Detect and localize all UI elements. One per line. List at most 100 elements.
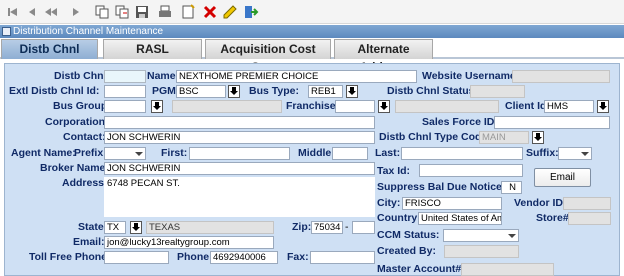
suppress-bal-due-notice-field[interactable]: N — [501, 181, 522, 194]
pgm-field[interactable]: BSC — [176, 85, 226, 98]
sales-force-id-field[interactable] — [494, 116, 610, 129]
previous-record-icon[interactable] — [24, 4, 40, 20]
copy-icon[interactable] — [94, 4, 110, 20]
zip-extension-field[interactable] — [352, 221, 375, 234]
tab-bar: Distb Chnl RASL Acquisition Cost Setup A… — [0, 38, 624, 74]
suffix-label: Suffix: — [526, 147, 559, 159]
next-page-icon[interactable] — [68, 4, 84, 20]
suffix-select[interactable] — [558, 147, 592, 160]
country-field[interactable]: United States of Ame — [418, 212, 502, 225]
window-title: Distribution Channel Maintenance — [13, 26, 164, 37]
tab-distb-chnl[interactable]: Distb Chnl — [1, 39, 98, 59]
client-id-dropdown-button[interactable] — [597, 100, 609, 113]
city-field[interactable]: FRISCO — [402, 197, 502, 210]
state-field[interactable]: TX — [104, 221, 126, 234]
tab-acquisition-cost-setup[interactable]: Acquisition Cost Setup — [205, 39, 331, 74]
app-window: Distribution Channel Maintenance Distb C… — [0, 0, 624, 276]
email-button[interactable]: Email — [534, 168, 591, 187]
zip-label: Zip: — [292, 221, 312, 233]
extl-distb-chnl-id-label: Extl Distb Chnl Id: — [9, 85, 100, 97]
email-field[interactable]: jon@lucky13realtygroup.com — [104, 236, 274, 249]
edit-icon[interactable] — [222, 4, 238, 20]
distb-chnl-status-field[interactable] — [470, 85, 525, 98]
print-icon[interactable] — [157, 4, 173, 20]
store-number-label: Store# — [536, 212, 569, 224]
broker-name-field[interactable]: JON SCHWERIN — [104, 162, 375, 175]
arrow-down-icon — [380, 102, 388, 110]
address-label: Address: — [62, 177, 108, 189]
delete-icon[interactable] — [202, 4, 218, 20]
middle-name-field[interactable] — [332, 147, 368, 160]
pgm-dropdown-button[interactable] — [228, 85, 240, 98]
tab-rasl[interactable]: RASL — [103, 39, 202, 59]
bus-group-field[interactable] — [104, 100, 146, 113]
franchise-field[interactable] — [335, 100, 375, 113]
first-record-icon[interactable] — [5, 4, 21, 20]
zip-field[interactable]: 75034 — [311, 221, 343, 234]
franchise-label: Franchise: — [286, 100, 340, 112]
middle-name-label: Middle: — [298, 147, 335, 159]
address-field[interactable]: 6748 PECAN ST. — [104, 177, 375, 217]
phone-field[interactable]: 4692940006 — [210, 251, 278, 264]
prefix-select[interactable] — [104, 147, 146, 160]
suppress-bal-due-notice-label: Suppress Bal Due Notice — [377, 181, 502, 193]
corporation-label: Corporation: — [45, 116, 109, 128]
city-label: City: — [377, 197, 401, 209]
master-account-label: Master Account# — [377, 263, 462, 275]
fax-field[interactable] — [310, 251, 375, 264]
bus-type-dropdown-button[interactable] — [346, 85, 358, 98]
tab-alternate-address[interactable]: Alternate Address — [334, 39, 433, 74]
copy-new-icon[interactable] — [114, 4, 130, 20]
distb-chnl-id-field[interactable] — [104, 70, 146, 83]
save-icon[interactable] — [134, 4, 150, 20]
bus-group-dropdown-button[interactable] — [151, 100, 163, 113]
bus-group-description-field — [172, 100, 282, 113]
website-username-field[interactable] — [512, 70, 610, 83]
state-label: State: — [78, 221, 108, 233]
distb-chnl-type-code-field[interactable]: MAIN — [479, 131, 529, 144]
master-account-field[interactable] — [461, 263, 554, 276]
tax-id-field[interactable] — [419, 164, 523, 177]
exit-icon[interactable] — [243, 4, 259, 20]
window-title-bar: Distribution Channel Maintenance — [0, 25, 624, 38]
franchise-dropdown-button[interactable] — [378, 100, 390, 113]
name-field[interactable]: NEXTHOME PREMIER CHOICE — [176, 70, 417, 83]
state-name-field: TEXAS — [146, 221, 274, 234]
contact-field[interactable]: JON SCHWERIN — [104, 131, 375, 144]
bus-type-label: Bus Type: — [249, 85, 299, 97]
corporation-field[interactable] — [104, 116, 375, 129]
window-icon — [2, 27, 11, 36]
chevron-down-icon — [581, 152, 589, 156]
type-code-dropdown-button[interactable] — [532, 131, 544, 144]
state-dropdown-button[interactable] — [130, 221, 142, 234]
new-record-icon[interactable] — [180, 4, 196, 20]
store-number-field[interactable] — [568, 212, 611, 225]
phone-label: Phone: — [177, 251, 213, 263]
first-name-field[interactable] — [189, 147, 290, 160]
country-label: Country: — [377, 212, 421, 224]
tax-id-label: Tax Id: — [377, 165, 411, 177]
distb-chnl-type-code-label: Distb Chnl Type Code: — [379, 131, 491, 143]
client-id-field[interactable]: HMS — [544, 100, 594, 113]
toll-free-phone-label: Toll Free Phone: — [29, 251, 111, 263]
toll-free-phone-field[interactable] — [104, 251, 169, 264]
chevron-down-icon — [508, 234, 516, 238]
arrow-down-icon — [132, 223, 140, 231]
arrow-down-icon — [230, 87, 238, 95]
bus-group-label: Bus Group: — [53, 100, 111, 112]
ccm-status-select[interactable] — [443, 229, 519, 242]
created-by-field[interactable] — [444, 245, 519, 258]
franchise-description-field — [395, 100, 499, 113]
toolbar — [0, 0, 624, 24]
prefix-label: Prefix: — [74, 147, 107, 159]
extl-distb-chnl-id-field[interactable] — [104, 85, 146, 98]
created-by-label: Created By: — [377, 245, 436, 257]
agent-name-label: Agent Name: — [11, 147, 76, 159]
bus-type-field[interactable]: REB1 — [308, 85, 343, 98]
contact-label: Contact: — [63, 131, 106, 143]
last-name-field[interactable] — [401, 147, 523, 160]
website-username-label: Website Username: — [422, 70, 520, 82]
vendor-id-field[interactable] — [563, 197, 611, 210]
previous-page-icon[interactable] — [43, 4, 59, 20]
ccm-status-label: CCM Status: — [377, 229, 440, 241]
